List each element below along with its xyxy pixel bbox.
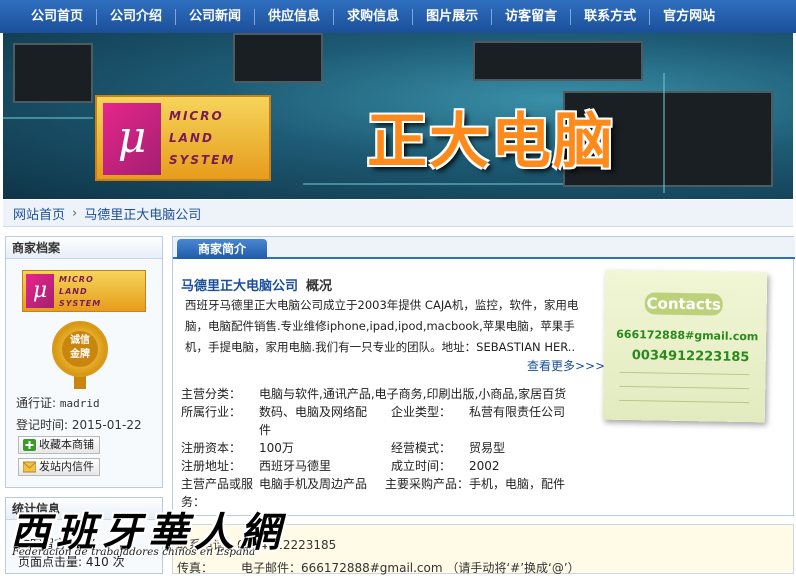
fax-label: 传真： — [177, 561, 214, 575]
view-more-link[interactable]: 查看更多>>> — [527, 357, 605, 374]
logo-text-line: MICRO — [169, 109, 224, 123]
type-label: 企业类型： — [391, 405, 452, 419]
business-row: 主营分类： 电脑与软件,通讯产品,电子商务,印刷出版,小商品,家居百货 — [181, 385, 566, 403]
logo-text-line: SYSTEM — [169, 153, 236, 167]
profile-heading: 商家档案 — [6, 237, 162, 259]
products-value: 电脑手机及周边产品 — [259, 477, 368, 491]
founded-row: 成立时间： 2002 — [391, 457, 500, 475]
nav-item-official-site[interactable]: 官方网站 — [650, 0, 728, 33]
phone-row: 联系电话：0034912223185 — [177, 536, 336, 553]
mode-row: 经营模式： 贸易型 — [391, 439, 505, 457]
breadcrumb: 网站首页 › 马德里正大电脑公司 — [3, 200, 793, 227]
send-message-button[interactable]: 发站内信件 — [18, 458, 100, 476]
address-row: 注册地址： 西班牙马德里 — [181, 457, 331, 475]
nav-item-images[interactable]: 图片展示 — [413, 0, 491, 33]
chevron-right-icon: › — [72, 205, 78, 221]
intro-text: 西班牙马德里正大电脑公司成立于2003年提供 CAJA机，监控，软件，家用电脑，… — [185, 298, 579, 354]
purchase-row: 主要采购产品：手机，电脑，配件 — [385, 475, 585, 493]
company-name-link[interactable]: 马德里正大电脑公司 — [181, 279, 298, 294]
banner-title: 正大电脑 — [367, 107, 615, 177]
logo-text-line: MICRO — [59, 275, 94, 284]
phone-value: 0034912223185 — [237, 538, 337, 552]
overview-label: 概况 — [306, 279, 333, 294]
type-row: 企业类型： 私营有限责任公司 — [391, 403, 565, 421]
capital-label: 注册资本： — [181, 441, 242, 455]
nav-item-guestbook[interactable]: 访客留言 — [492, 0, 570, 33]
purchase-value: 手机，电脑，配件 — [469, 477, 566, 491]
phone-label: 联系电话： — [177, 538, 238, 552]
nav-item-supply[interactable]: 供应信息 — [255, 0, 333, 33]
capital-row: 注册资本： 100万 — [181, 439, 294, 457]
mode-label: 经营模式： — [391, 441, 452, 455]
type-value: 私营有限责任公司 — [469, 405, 566, 419]
pass-value: madrid — [59, 397, 100, 410]
reg-label: 登记时间: — [16, 418, 69, 432]
reg-value: 2015-01-22 — [71, 418, 142, 432]
pass-label: 通行证: — [16, 396, 57, 410]
founded-label: 成立时间： — [391, 459, 452, 473]
views-label: 页面点击量: — [18, 555, 83, 569]
views-row: 页面点击量: 410 次 — [18, 553, 125, 570]
nav-item-purchase[interactable]: 求购信息 — [334, 0, 412, 33]
email-value: 666172888#gmail.com （请手动将‘#’换成‘@’） — [301, 561, 580, 575]
contacts-tag: Contacts — [644, 292, 723, 316]
circuit-chip-graphic — [13, 43, 93, 103]
contacts-email: 666172888#gmail.com — [616, 327, 759, 344]
messages-label: 访客留言: — [18, 537, 71, 551]
tab-company-intro[interactable]: 商家简介 — [177, 239, 267, 259]
address-value: 西班牙马德里 — [259, 459, 332, 473]
breadcrumb-home-link[interactable]: 网站首页 — [13, 204, 65, 223]
top-nav: 公司首页 公司介绍 公司新闻 供应信息 求购信息 图片展示 访客留言 联系方式 … — [0, 0, 796, 33]
business-value: 电脑与软件,通讯产品,电子商务,印刷出版,小商品,家居百货 — [259, 387, 567, 401]
contacts-phone: 0034912223185 — [631, 348, 750, 366]
nav-item-news[interactable]: 公司新闻 — [176, 0, 254, 33]
fax-email-row: 传真： 电子邮件：666172888#gmail.com （请手动将‘#’换成‘@… — [177, 559, 580, 576]
nav-item-home[interactable]: 公司首页 — [18, 0, 96, 33]
profile-logo: μ MICRO LAND SYSTEM — [22, 270, 146, 312]
capital-value: 100万 — [259, 441, 294, 455]
industry-value: 数码、电脑及网络配件 — [259, 405, 368, 437]
gold-medal-icon: 诚信金牌 — [52, 321, 108, 391]
reg-row: 登记时间: 2015-01-22 — [16, 416, 142, 433]
plus-icon — [23, 439, 36, 451]
circuit-chip-graphic — [233, 33, 323, 83]
add-favorite-label: 收藏本商铺 — [39, 438, 94, 451]
stats-heading: 统计信息 — [6, 498, 162, 520]
contact-info-panel: 联系电话：0034912223185 传真： 电子邮件：666172888#gma… — [172, 524, 794, 576]
send-message-label: 发站内信件 — [39, 460, 94, 473]
business-label: 主营分类： — [181, 387, 242, 401]
views-value: 410 次 — [85, 555, 125, 569]
logo-text-line: SYSTEM — [59, 299, 102, 308]
email-label: 电子邮件： — [241, 561, 302, 575]
logo-text-line: LAND — [169, 131, 214, 145]
pass-row: 通行证: madrid — [16, 394, 100, 411]
medal-text: 诚信金牌 — [62, 331, 98, 367]
nav-item-about[interactable]: 公司介绍 — [97, 0, 175, 33]
address-label: 注册地址： — [181, 459, 242, 473]
circuit-chip-graphic — [473, 41, 643, 81]
breadcrumb-current[interactable]: 马德里正大电脑公司 — [84, 204, 201, 223]
logo-mark-icon: μ — [103, 103, 161, 175]
mode-value: 贸易型 — [469, 441, 506, 455]
envelope-icon — [23, 461, 36, 473]
industry-row: 所属行业： 数码、电脑及网络配件 — [181, 403, 381, 439]
industry-label: 所属行业： — [181, 405, 242, 419]
company-logo: μ MICRO LAND SYSTEM — [95, 95, 271, 181]
contacts-card: Contacts 666172888#gmail.com 00349122231… — [602, 269, 768, 423]
logo-text-line: LAND — [59, 287, 88, 296]
purchase-label: 主要采购产品： — [385, 477, 470, 491]
products-row: 主营产品或服务： 电脑手机及周边产品 — [181, 475, 381, 511]
add-favorite-button[interactable]: 收藏本商铺 — [18, 436, 100, 454]
nav-item-contact[interactable]: 联系方式 — [571, 0, 649, 33]
stats-box: 统计信息 访客留言: 0 条 页面点击量: 410 次 — [5, 497, 163, 574]
logo-mark-icon: μ — [26, 274, 54, 308]
header-banner: μ MICRO LAND SYSTEM 正大电脑 — [3, 33, 793, 199]
company-title: 马德里正大电脑公司 概况 — [181, 275, 332, 294]
products-label: 主营产品或服务： — [181, 477, 254, 509]
founded-value: 2002 — [469, 459, 500, 473]
messages-value: 0 条 — [73, 537, 98, 551]
messages-row: 访客留言: 0 条 — [18, 535, 97, 552]
profile-box: 商家档案 μ MICRO LAND SYSTEM 诚信金牌 通行证: madri… — [5, 236, 163, 488]
